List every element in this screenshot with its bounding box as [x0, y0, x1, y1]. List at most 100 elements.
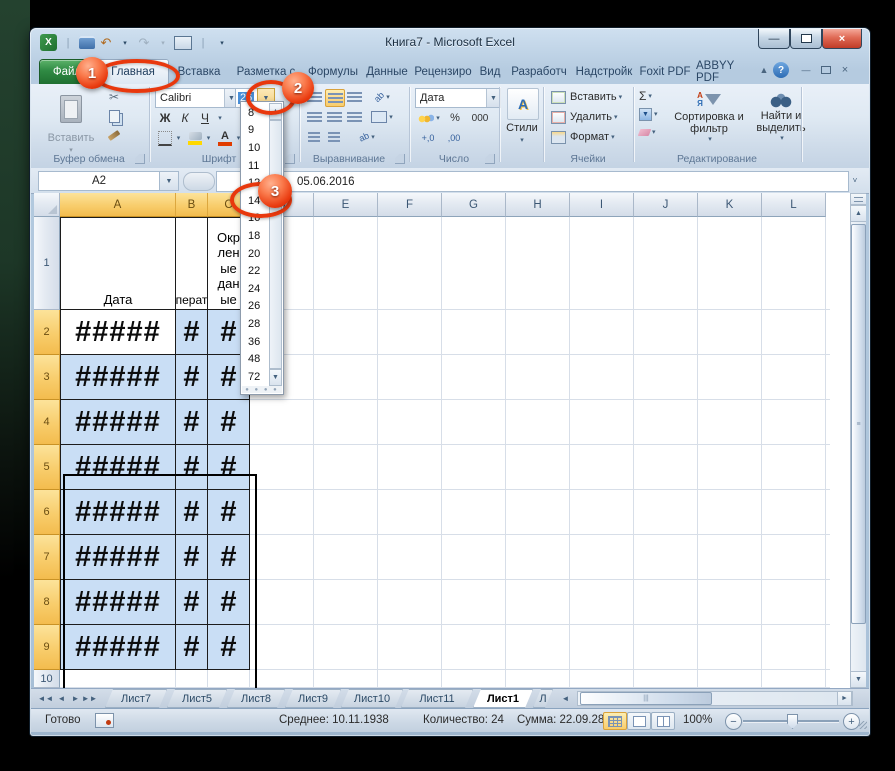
copy-icon[interactable]: [103, 108, 125, 124]
find-select-button[interactable]: Найти и выделить ▾: [749, 88, 813, 146]
wrap-text-button[interactable]: ab ▾: [353, 129, 381, 145]
clipboard-dialog-launcher[interactable]: [135, 154, 145, 164]
tab-addins[interactable]: Надстройк: [574, 60, 634, 84]
insert-function-button[interactable]: [183, 172, 215, 191]
paste-button[interactable]: [53, 88, 89, 130]
row-header-1[interactable]: 1: [34, 217, 60, 310]
row-header-3[interactable]: 3: [34, 355, 60, 400]
col-header-K[interactable]: K: [698, 193, 762, 217]
cell-C8[interactable]: #: [208, 580, 250, 625]
cell-B5[interactable]: #: [176, 445, 208, 490]
help-icon[interactable]: ?: [773, 62, 789, 78]
thousands-button[interactable]: 000: [467, 110, 493, 126]
orientation-button[interactable]: ab ▾: [371, 89, 393, 105]
collapse-ribbon-icon[interactable]: ▲: [757, 62, 771, 78]
sheet-tab-Лист11[interactable]: Лист11: [401, 689, 473, 708]
cell-B7[interactable]: #: [176, 535, 208, 580]
workbook-minimize-icon[interactable]: —: [799, 62, 813, 78]
align-center-button[interactable]: [325, 109, 343, 125]
sheet-tab-Лист1[interactable]: Лист1: [473, 689, 533, 708]
col-header-J[interactable]: J: [634, 193, 698, 217]
resize-grip-icon[interactable]: [859, 721, 867, 729]
cell-B9[interactable]: #: [176, 625, 208, 670]
bold-button[interactable]: Ж: [157, 110, 173, 126]
col-header-L[interactable]: L: [762, 193, 826, 217]
col-header-H[interactable]: H: [506, 193, 570, 217]
sheet-tab-Лист10[interactable]: Лист10: [341, 689, 403, 708]
view-normal-button[interactable]: [603, 712, 627, 730]
cell-C6[interactable]: #: [208, 490, 250, 535]
col-header-I[interactable]: I: [570, 193, 634, 217]
tab-formulas[interactable]: Формулы: [306, 60, 360, 84]
row-header-5[interactable]: 5: [34, 445, 60, 490]
increase-decimal-button[interactable]: +,0: [417, 130, 439, 146]
fill-color-dropdown-icon[interactable]: ▾: [204, 130, 213, 146]
cell-B3[interactable]: #: [176, 355, 208, 400]
insert-cells-button[interactable]: Вставить ▾: [551, 89, 637, 105]
cell-B6[interactable]: #: [176, 490, 208, 535]
row-header-2[interactable]: 2: [34, 310, 60, 355]
cell-C5[interactable]: #: [208, 445, 250, 490]
tab-review[interactable]: Рецензиро: [414, 60, 472, 84]
hscroll-right-icon[interactable]: ►: [837, 691, 852, 706]
zoom-level[interactable]: 100%: [683, 714, 712, 726]
format-cells-button[interactable]: Формат ▾: [551, 129, 637, 145]
number-format-combo[interactable]: Дата ▼: [415, 88, 501, 108]
col-header-B[interactable]: B: [176, 193, 208, 217]
cell-A3[interactable]: #####: [60, 355, 176, 400]
font-color-button[interactable]: А: [217, 130, 233, 146]
cell-A6[interactable]: #####: [60, 490, 176, 535]
decrease-indent-button[interactable]: [305, 129, 323, 145]
increase-indent-button[interactable]: [325, 129, 343, 145]
cell-A1[interactable]: Дата: [60, 217, 176, 310]
delete-cells-button[interactable]: Удалить ▾: [551, 109, 637, 125]
row-header-9[interactable]: 9: [34, 625, 60, 670]
tab-scroll-left-icon[interactable]: ◄: [559, 692, 572, 705]
name-box[interactable]: A2: [38, 171, 160, 191]
merge-center-button[interactable]: ▾: [369, 109, 395, 125]
align-right-button[interactable]: [345, 109, 363, 125]
col-header-F[interactable]: F: [378, 193, 442, 217]
cell-B8[interactable]: #: [176, 580, 208, 625]
font-dialog-launcher[interactable]: [285, 154, 295, 164]
cell-B4[interactable]: #: [176, 400, 208, 445]
sheet-tab-Лист7[interactable]: Лист7: [105, 689, 167, 708]
decrease-decimal-button[interactable]: ,00: [443, 130, 465, 146]
align-bottom-button[interactable]: [345, 89, 363, 105]
view-page-break-button[interactable]: [651, 712, 675, 730]
cell-A5[interactable]: #####: [60, 445, 176, 490]
row-header-4[interactable]: 4: [34, 400, 60, 445]
sheet-tab-Л[interactable]: Л: [533, 689, 553, 708]
view-page-layout-button[interactable]: [627, 712, 651, 730]
row-header-7[interactable]: 7: [34, 535, 60, 580]
macro-record-icon[interactable]: [95, 713, 114, 728]
sort-filter-button[interactable]: АЯ Сортировка и фильтр ▾: [671, 88, 747, 146]
underline-dropdown-icon[interactable]: ▾: [215, 110, 225, 126]
expand-formula-bar-icon[interactable]: ˅: [847, 173, 863, 188]
tab-developer[interactable]: Разработч: [508, 60, 570, 84]
cell-C9[interactable]: #: [208, 625, 250, 670]
workbook-close-icon[interactable]: ×: [838, 62, 852, 78]
row-header-6[interactable]: 6: [34, 490, 60, 535]
tab-abbyy-pdf[interactable]: ABBYY PDF: [696, 60, 756, 84]
workbook-restore-icon[interactable]: [818, 62, 833, 78]
name-box-dropdown-icon[interactable]: ▼: [159, 171, 179, 191]
alignment-dialog-launcher[interactable]: [395, 154, 405, 164]
vscroll-split-handle[interactable]: [850, 193, 866, 205]
row-header-10[interactable]: 10: [34, 670, 60, 688]
zoom-slider-handle[interactable]: [787, 714, 798, 729]
sheet-tab-Лист9[interactable]: Лист9: [285, 689, 341, 708]
cell-A9[interactable]: #####: [60, 625, 176, 670]
tab-data[interactable]: Данные: [364, 60, 410, 84]
cell-C7[interactable]: #: [208, 535, 250, 580]
vscroll-down-icon[interactable]: ▼: [850, 671, 866, 688]
vscroll-up-icon[interactable]: ▲: [850, 205, 866, 222]
tab-foxit-pdf[interactable]: Foxit PDF: [638, 60, 692, 84]
col-header-G[interactable]: G: [442, 193, 506, 217]
cut-icon[interactable]: ✂: [105, 90, 123, 104]
dd-scroll-down-icon[interactable]: ▼: [269, 369, 282, 386]
cell-A7[interactable]: #####: [60, 535, 176, 580]
number-format-dropdown-icon[interactable]: ▼: [486, 89, 500, 107]
accounting-format-button[interactable]: ▾: [417, 110, 441, 126]
select-all-corner[interactable]: [34, 193, 60, 217]
